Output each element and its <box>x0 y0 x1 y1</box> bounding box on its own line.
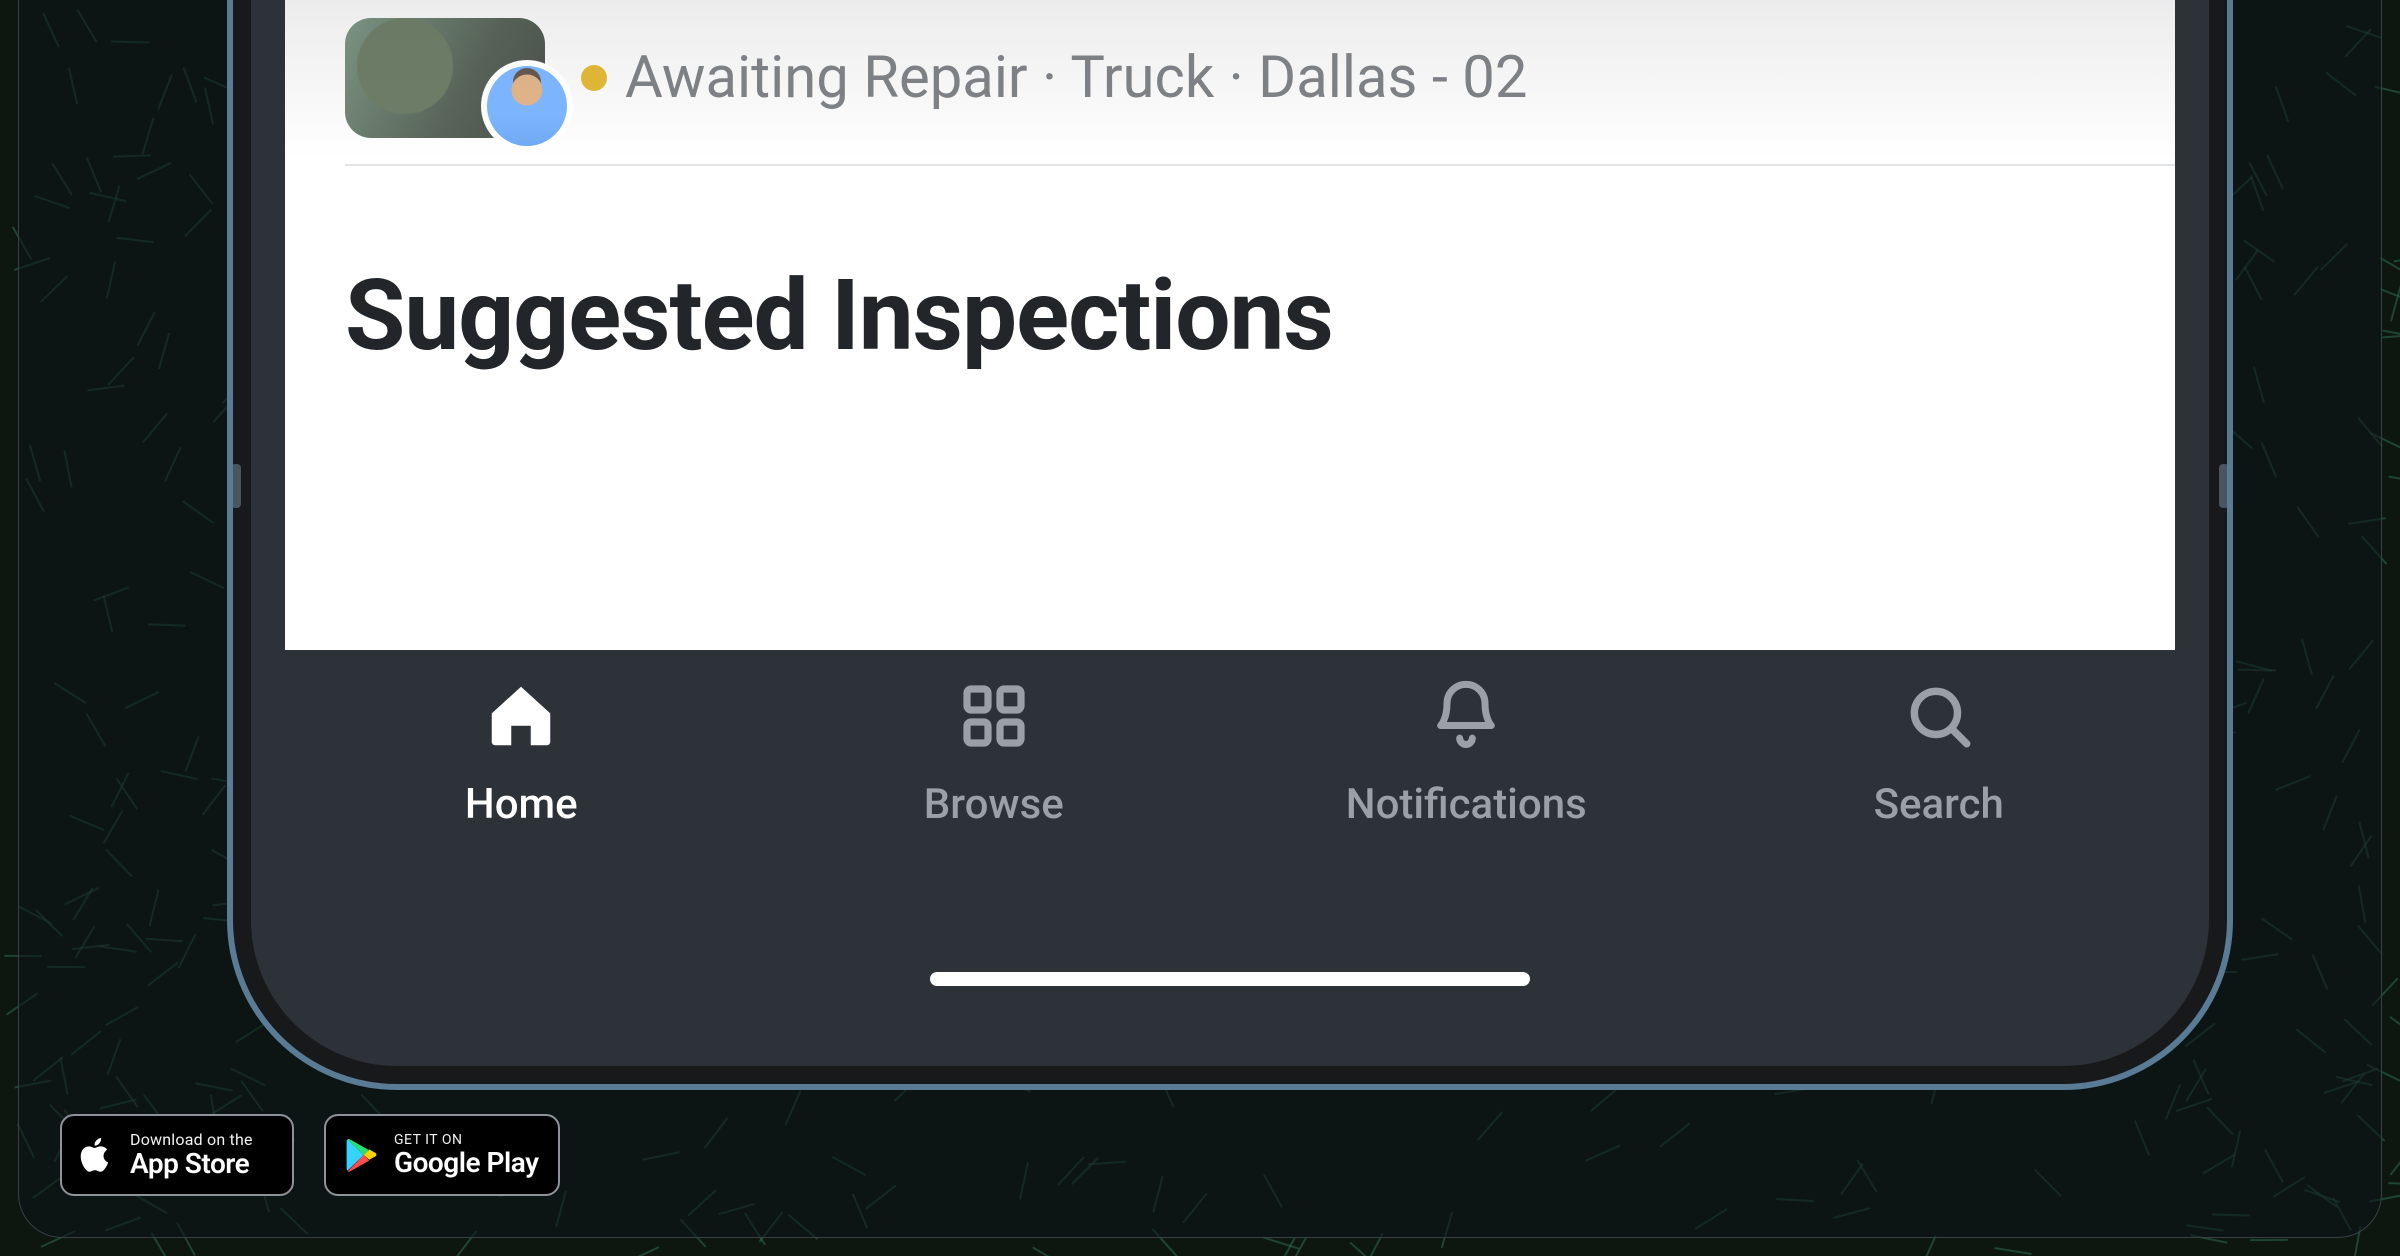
vehicle-row[interactable]: Awaiting Repair · Truck · Dallas - 02 <box>345 18 2175 138</box>
vehicle-thumbnail <box>345 18 545 138</box>
tab-search-label: Search <box>1874 780 2004 829</box>
tab-browse-label: Browse <box>924 780 1064 829</box>
tab-search[interactable]: Search <box>1789 676 2089 829</box>
bell-icon <box>1426 676 1506 756</box>
app-store-line1: Download on the <box>130 1132 253 1149</box>
tab-notifications-label: Notifications <box>1346 780 1587 829</box>
google-play-line2: Google Play <box>394 1148 538 1177</box>
grid-icon <box>954 676 1034 756</box>
assignee-avatar <box>481 60 573 152</box>
tab-browse[interactable]: Browse <box>844 676 1144 829</box>
section-title: Suggested Inspections <box>345 258 1333 373</box>
google-play-badge[interactable]: GET IT ON Google Play <box>324 1114 560 1196</box>
search-icon <box>1899 676 1979 756</box>
vehicle-status-text: Awaiting Repair · Truck · Dallas - 02 <box>625 44 1527 112</box>
google-play-line1: GET IT ON <box>394 1133 538 1148</box>
tab-notifications[interactable]: Notifications <box>1316 676 1616 829</box>
tab-home-label: Home <box>465 780 578 829</box>
google-play-icon <box>342 1133 380 1177</box>
apple-icon <box>78 1133 116 1177</box>
app-store-line2: App Store <box>130 1149 253 1178</box>
promo-panel: Awaiting Repair · Truck · Dallas - 02 Su… <box>18 0 2382 1238</box>
tab-home[interactable]: Home <box>371 676 671 829</box>
phone-side-button-right <box>2219 464 2229 508</box>
status-dot-icon <box>581 65 607 91</box>
store-badges-row: Download on the App Store GET IT ON Goog… <box>60 1114 560 1196</box>
home-icon <box>481 676 561 756</box>
phone-mockup: Awaiting Repair · Truck · Dallas - 02 Su… <box>227 0 2233 1090</box>
app-content: Awaiting Repair · Truck · Dallas - 02 Su… <box>285 0 2175 650</box>
ios-home-indicator <box>930 972 1530 986</box>
app-store-badge[interactable]: Download on the App Store <box>60 1114 294 1196</box>
phone-screen: Awaiting Repair · Truck · Dallas - 02 Su… <box>285 0 2175 1032</box>
phone-side-button-left <box>231 464 241 508</box>
divider <box>345 164 2175 166</box>
vehicle-status-line: Awaiting Repair · Truck · Dallas - 02 <box>581 44 1527 112</box>
